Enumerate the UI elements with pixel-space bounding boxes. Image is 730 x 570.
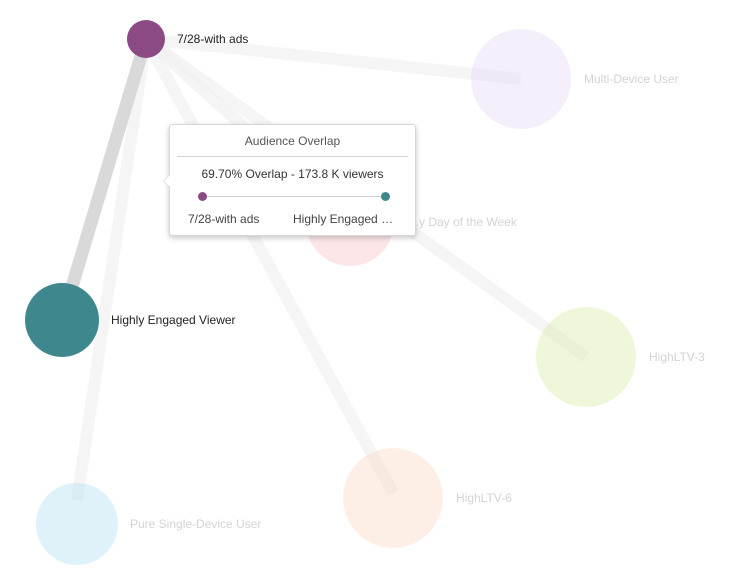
- tooltip-connector-line: [202, 196, 386, 197]
- node-7-28-with-ads[interactable]: [127, 20, 165, 58]
- tooltip-title: Audience Overlap: [244, 134, 341, 148]
- node-label-npsd: Pure Single-Device User: [130, 517, 261, 531]
- node-label-ndow: ...y Day of the Week: [409, 215, 518, 229]
- link-n728-nhev[interactable]: [55, 37, 153, 322]
- node-label-nh6: HighLTV-6: [456, 491, 512, 505]
- tooltip-target-name: Highly Engaged Viewer: [293, 212, 399, 226]
- node-label-nmdu: Multi-Device User: [584, 72, 679, 86]
- node-highltv-6[interactable]: [343, 448, 443, 548]
- tooltip-target-dot: [381, 192, 390, 201]
- audience-network-diagram: 7/28-with ads Highly Engaged Viewer Multi-…: [25, 20, 705, 565]
- link-n728-nh6[interactable]: [140, 36, 399, 496]
- node-multi-device-user[interactable]: [471, 29, 571, 129]
- node-pure-single-device-user[interactable]: [36, 483, 118, 565]
- node-label-nhev: Highly Engaged Viewer: [111, 313, 236, 327]
- node-highltv-3[interactable]: [536, 307, 636, 407]
- tooltip-overlap-text: 69.70% Overlap - 173.8 K viewers: [201, 167, 384, 181]
- link-n728-npsd[interactable]: [71, 38, 152, 501]
- tooltip-source-name: 7/28-with ads: [188, 212, 260, 226]
- audience-overlap-tooltip: Audience Overlap 69.70% Overlap - 173.8 …: [163, 124, 416, 236]
- tooltip-divider: [177, 156, 408, 157]
- node-highly-engaged-viewer[interactable]: [25, 283, 99, 357]
- node-label-n728: 7/28-with ads: [177, 32, 248, 46]
- node-label-nh3: HighLTV-3: [649, 350, 705, 364]
- tooltip-source-dot: [198, 192, 207, 201]
- nodes-layer: [25, 20, 636, 565]
